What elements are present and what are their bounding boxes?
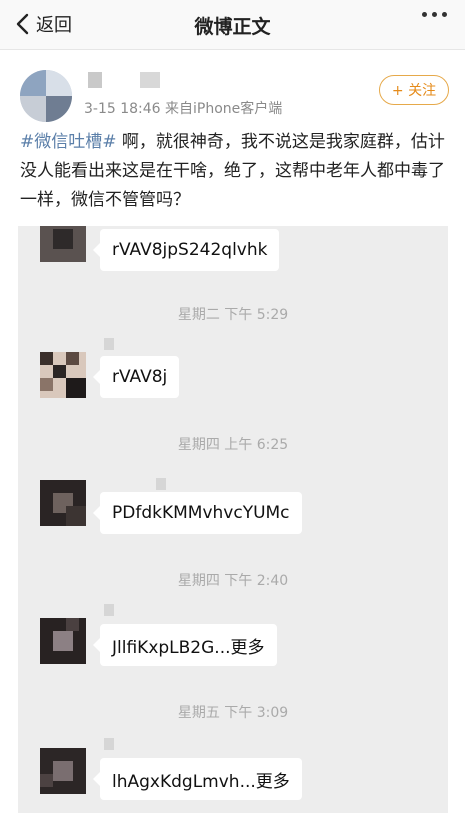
chat-avatar	[40, 480, 86, 526]
chat-avatar	[40, 748, 86, 794]
post-meta: 3-15 18:46 来自iPhone客户端	[84, 101, 283, 117]
hashtag-link[interactable]: #微信吐槽#	[20, 132, 117, 152]
nickname-mosaic	[156, 478, 166, 490]
chat-bubble: rVAV8j	[92, 356, 180, 398]
author-name-mosaic	[140, 72, 160, 88]
nickname-mosaic	[104, 738, 114, 750]
chat-timestamp: 星期四 上午 6:25	[177, 437, 289, 453]
chat-timestamp: 星期五 下午 3:09	[177, 705, 289, 721]
more-dots-icon[interactable]	[422, 12, 447, 17]
navigation-bar: 返回 微博正文	[0, 0, 465, 50]
chat-timestamp: 星期四 下午 2:40	[177, 573, 289, 589]
author-avatar[interactable]	[20, 70, 72, 122]
chat-bubble: lhAgxKdgLmvh...更多	[93, 758, 302, 800]
post-text: #微信吐槽# 啊，就很神奇，我不说这是我家庭群，估计没人能看出来这是在干啥，绝了…	[20, 128, 450, 215]
author-name-mosaic	[88, 72, 102, 88]
chat-avatar	[40, 226, 86, 262]
chat-bubble: JllfiKxpLB2G...更多	[93, 624, 277, 666]
page-title: 微博正文	[194, 16, 271, 38]
nickname-mosaic	[104, 338, 114, 350]
chat-avatar	[40, 352, 86, 398]
chat-avatar	[40, 618, 86, 664]
nickname-mosaic	[104, 604, 114, 616]
follow-button[interactable]: + 关注	[379, 75, 449, 105]
chat-screenshot: rVAV8jpS242qlvhk 星期二 下午 5:29 rVAV8j 星期四 …	[18, 226, 448, 813]
chat-bubble: PDfdkKMMvhvcYUMc	[93, 492, 302, 534]
chat-timestamp: 星期二 下午 5:29	[177, 307, 289, 323]
chat-bubble: rVAV8jpS242qlvhk	[92, 229, 280, 271]
